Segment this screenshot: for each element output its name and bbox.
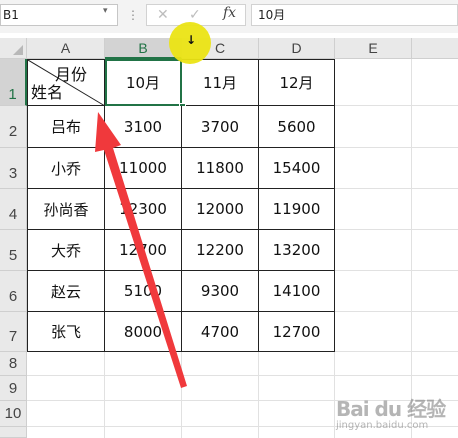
row-header-10[interactable]: 10: [0, 401, 27, 427]
cell-name[interactable]: 吕布: [27, 106, 105, 148]
insert-function-icon[interactable]: fx: [223, 5, 236, 21]
row-header-7[interactable]: 7: [0, 312, 27, 352]
cell-value[interactable]: 11000: [105, 148, 182, 189]
select-all-corner[interactable]: [0, 38, 27, 59]
cell-value[interactable]: 12000: [182, 189, 259, 230]
row-header-6[interactable]: 6: [0, 271, 27, 312]
formula-input[interactable]: 10月: [251, 4, 458, 26]
chevron-down-icon[interactable]: ▾: [103, 6, 108, 16]
cell-name[interactable]: 赵云: [27, 271, 105, 312]
cell-c1[interactable]: 11月: [182, 59, 259, 106]
gridline: [335, 105, 458, 106]
cell-b1[interactable]: 10月: [105, 59, 182, 106]
cell-name[interactable]: 大乔: [27, 230, 105, 271]
confirm-icon[interactable]: ✓: [189, 7, 201, 23]
select-all-icon: [13, 45, 23, 55]
gridline: [27, 375, 458, 376]
gridline: [335, 229, 458, 230]
cell-value[interactable]: 5100: [105, 271, 182, 312]
gridline: [104, 352, 105, 438]
gridline: [335, 147, 458, 148]
cell-value[interactable]: 11800: [182, 148, 259, 189]
cell-value[interactable]: 15400: [259, 148, 335, 189]
cell-value[interactable]: 12700: [105, 230, 182, 271]
diagonal-header-labels: 月份 姓名: [27, 59, 105, 106]
cursor-highlight: ↓: [169, 22, 211, 64]
cell-value[interactable]: 9300: [182, 271, 259, 312]
formula-bar: B1 ▾ ⋮ ✕ ✓ fx 10月: [0, 0, 458, 33]
name-box-value: B1: [3, 8, 19, 22]
column-header-d[interactable]: D: [259, 38, 335, 59]
cell-d1[interactable]: 12月: [259, 59, 335, 106]
cell-value[interactable]: 3700: [182, 106, 259, 148]
more-icon[interactable]: ⋮: [127, 8, 139, 22]
row-header-11[interactable]: [0, 427, 27, 438]
column-header-a[interactable]: A: [27, 38, 105, 59]
watermark-logo: Bai du 经验: [336, 397, 446, 421]
cell-value[interactable]: 8000: [105, 312, 182, 352]
formula-value: 10月: [258, 8, 286, 22]
cell-value[interactable]: 4700: [182, 312, 259, 352]
cell-value[interactable]: 14100: [259, 271, 335, 312]
row-header-5[interactable]: 5: [0, 230, 27, 271]
row-header-2[interactable]: 2: [0, 106, 27, 148]
row-header-3[interactable]: 3: [0, 148, 27, 189]
gridline: [335, 311, 458, 312]
row-header-1[interactable]: 1: [0, 59, 27, 106]
row-header-4[interactable]: 4: [0, 189, 27, 230]
gridline: [335, 188, 458, 189]
cell-value[interactable]: 12700: [259, 312, 335, 352]
column-header-f[interactable]: [412, 38, 458, 59]
cell-name[interactable]: 孙尚香: [27, 189, 105, 230]
row-header-8[interactable]: 8: [0, 352, 27, 376]
row-header-9[interactable]: 9: [0, 376, 27, 401]
cell-name[interactable]: 张飞: [27, 312, 105, 352]
gridline: [181, 352, 182, 438]
gridline: [258, 352, 259, 438]
gridline: [335, 270, 458, 271]
cell-value[interactable]: 5600: [259, 106, 335, 148]
name-box[interactable]: B1: [0, 4, 118, 26]
column-header-e[interactable]: E: [335, 38, 412, 59]
cursor-arrow-icon: ↓: [186, 33, 197, 47]
cell-value[interactable]: 12300: [105, 189, 182, 230]
header-name-label: 姓名: [31, 83, 64, 102]
cell-value[interactable]: 11900: [259, 189, 335, 230]
cell-value[interactable]: 13200: [259, 230, 335, 271]
gridline: [411, 59, 412, 438]
baidu-watermark: Bai du 经验 jingyan.baidu.com: [336, 393, 454, 435]
cell-value[interactable]: 12200: [182, 230, 259, 271]
cell-name[interactable]: 小乔: [27, 148, 105, 189]
cell-value[interactable]: 3100: [105, 106, 182, 148]
gridline: [335, 351, 458, 352]
cancel-icon[interactable]: ✕: [157, 7, 169, 23]
